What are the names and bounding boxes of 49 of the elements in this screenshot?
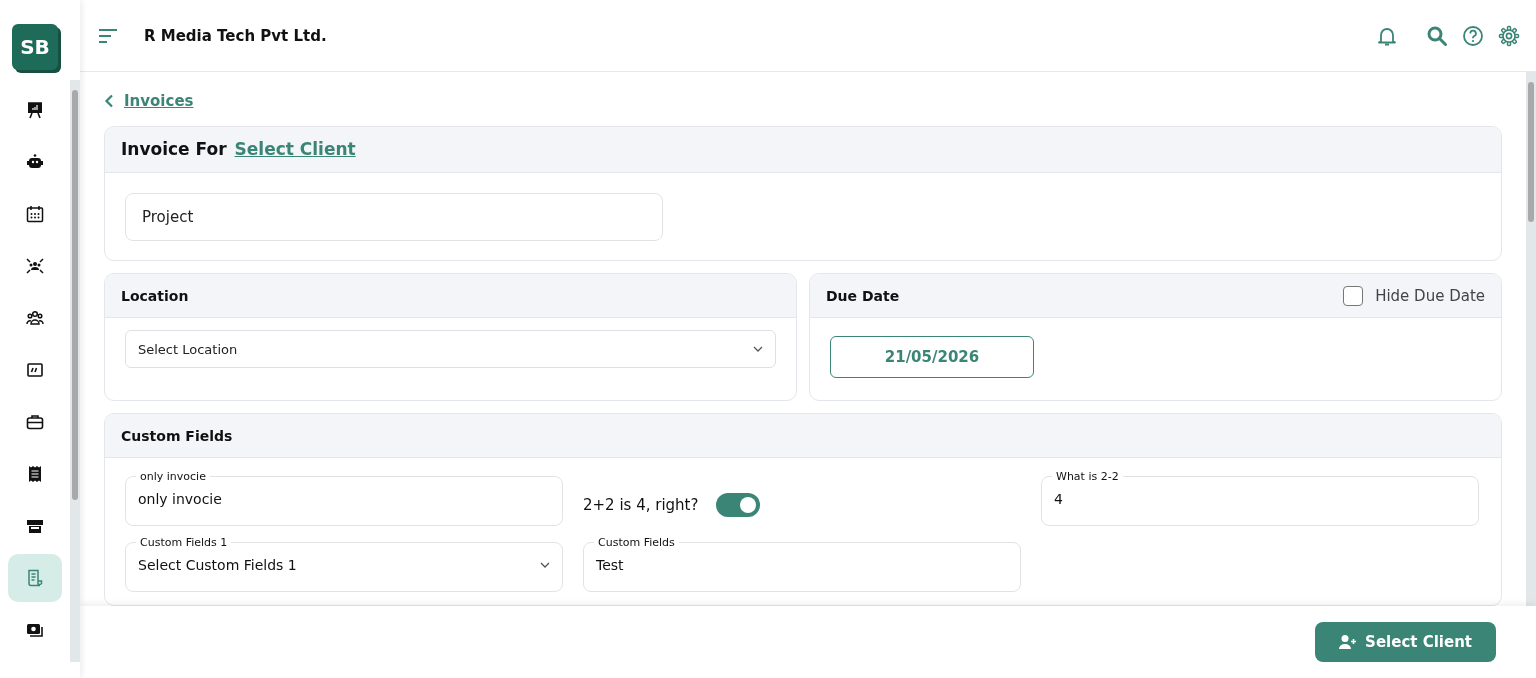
field-value: only invocie — [138, 491, 222, 508]
search-icon[interactable] — [1426, 24, 1448, 47]
menu-icon[interactable] — [98, 27, 118, 44]
presentation-board-icon — [25, 100, 45, 120]
breadcrumb-link[interactable]: Invoices — [124, 91, 194, 110]
select-client-link[interactable]: Select Client — [234, 139, 356, 160]
quote-board-icon — [25, 360, 45, 380]
date-picker-button[interactable]: 21/05/2026 — [830, 336, 1034, 379]
select-field[interactable]: Custom Fields 1 Select Custom Fields 1 — [125, 536, 563, 593]
input-field[interactable]: Custom Fields Test — [583, 536, 1021, 593]
card-title: Due Date — [826, 287, 900, 304]
checkbox[interactable] — [1343, 285, 1364, 306]
input-field[interactable]: What is 2-2 4 — [1041, 470, 1479, 527]
field-value: 4 — [1054, 491, 1063, 508]
scrollbar-thumb[interactable] — [1528, 82, 1534, 222]
card-title: Location — [121, 287, 189, 304]
logo[interactable]: SB — [12, 24, 58, 70]
company-name: R Media Tech Pvt Ltd. — [144, 26, 327, 45]
checkbox-label: Hide Due Date — [1375, 286, 1485, 305]
input-field[interactable]: Project — [125, 192, 663, 241]
scrollbar[interactable] — [1526, 72, 1536, 606]
field-label: Custom Fields — [597, 536, 676, 550]
field-label: What is 2-2 — [1055, 470, 1120, 484]
select-field[interactable]: Select Location — [125, 330, 776, 369]
card-title: Invoice For — [121, 139, 227, 160]
group-focus-icon — [25, 256, 45, 276]
toggle-label: 2+2 is 4, right? — [583, 496, 699, 515]
people-icon — [25, 308, 45, 328]
briefcase-icon — [25, 412, 45, 432]
select-placeholder: Select Location — [138, 341, 238, 357]
document-icon — [25, 568, 45, 588]
toggle-switch[interactable] — [716, 493, 761, 518]
field-label: Custom Fields 1 — [139, 536, 229, 550]
caret-icon — [540, 562, 550, 569]
caret-icon — [753, 346, 763, 353]
help-icon[interactable] — [1462, 24, 1484, 47]
select-client-button[interactable]: Select Client — [1315, 622, 1496, 662]
add-user-icon — [1339, 634, 1358, 650]
calendar-icon — [25, 204, 45, 224]
field-label: only invocie — [139, 470, 207, 484]
field-value: Test — [596, 557, 624, 574]
scrollbar[interactable] — [70, 80, 80, 662]
card-title: Custom Fields — [121, 427, 233, 444]
field-placeholder: Project — [142, 207, 194, 226]
back-icon[interactable] — [104, 93, 114, 108]
settings-icon[interactable] — [1498, 24, 1520, 47]
select-value: Select Custom Fields 1 — [138, 557, 297, 574]
scrollbar-thumb[interactable] — [72, 90, 78, 500]
input-field[interactable]: only invocie only invocie — [125, 470, 563, 527]
